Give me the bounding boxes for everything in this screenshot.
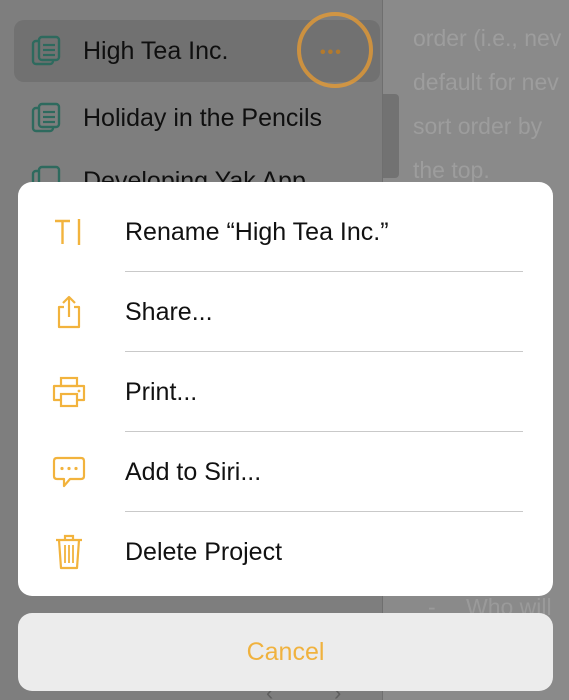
project-name: High Tea Inc. [83, 36, 229, 65]
cancel-button[interactable]: Cancel [18, 613, 553, 691]
rename-project-item[interactable]: Rename “High Tea Inc.” [18, 192, 553, 272]
action-sheet: Rename “High Tea Inc.” Share... Print... [18, 182, 553, 596]
printer-icon [51, 374, 87, 410]
sidebar-resize-handle[interactable] [383, 94, 399, 178]
share-label: Share... [125, 298, 213, 326]
add-to-siri-label: Add to Siri... [125, 458, 262, 486]
project-name: Holiday in the Pencils [83, 103, 323, 132]
cancel-label: Cancel [246, 638, 325, 666]
document-icon [31, 35, 61, 66]
more-options-icon[interactable]: ••• [320, 44, 343, 62]
document-icon [31, 102, 61, 133]
project-row-holiday[interactable]: Holiday in the Pencils [14, 87, 380, 149]
share-item[interactable]: Share... [18, 272, 553, 352]
rename-label: Rename “High Tea Inc.” [125, 218, 389, 246]
trash-icon [51, 534, 87, 570]
delete-project-label: Delete Project [125, 538, 283, 566]
text-cursor-icon [51, 214, 87, 250]
share-icon [51, 294, 87, 330]
content-text-line: order (i.e., nev [413, 25, 562, 51]
print-label: Print... [125, 378, 198, 406]
print-item[interactable]: Print... [18, 352, 553, 432]
siri-speech-bubble-icon [51, 454, 87, 490]
delete-project-item[interactable]: Delete Project [18, 512, 553, 592]
content-text-line: the top. [413, 157, 490, 183]
add-to-siri-item[interactable]: Add to Siri... [18, 432, 553, 512]
content-text-line: default for nev [413, 69, 559, 95]
content-text-line: sort order by [413, 113, 543, 139]
